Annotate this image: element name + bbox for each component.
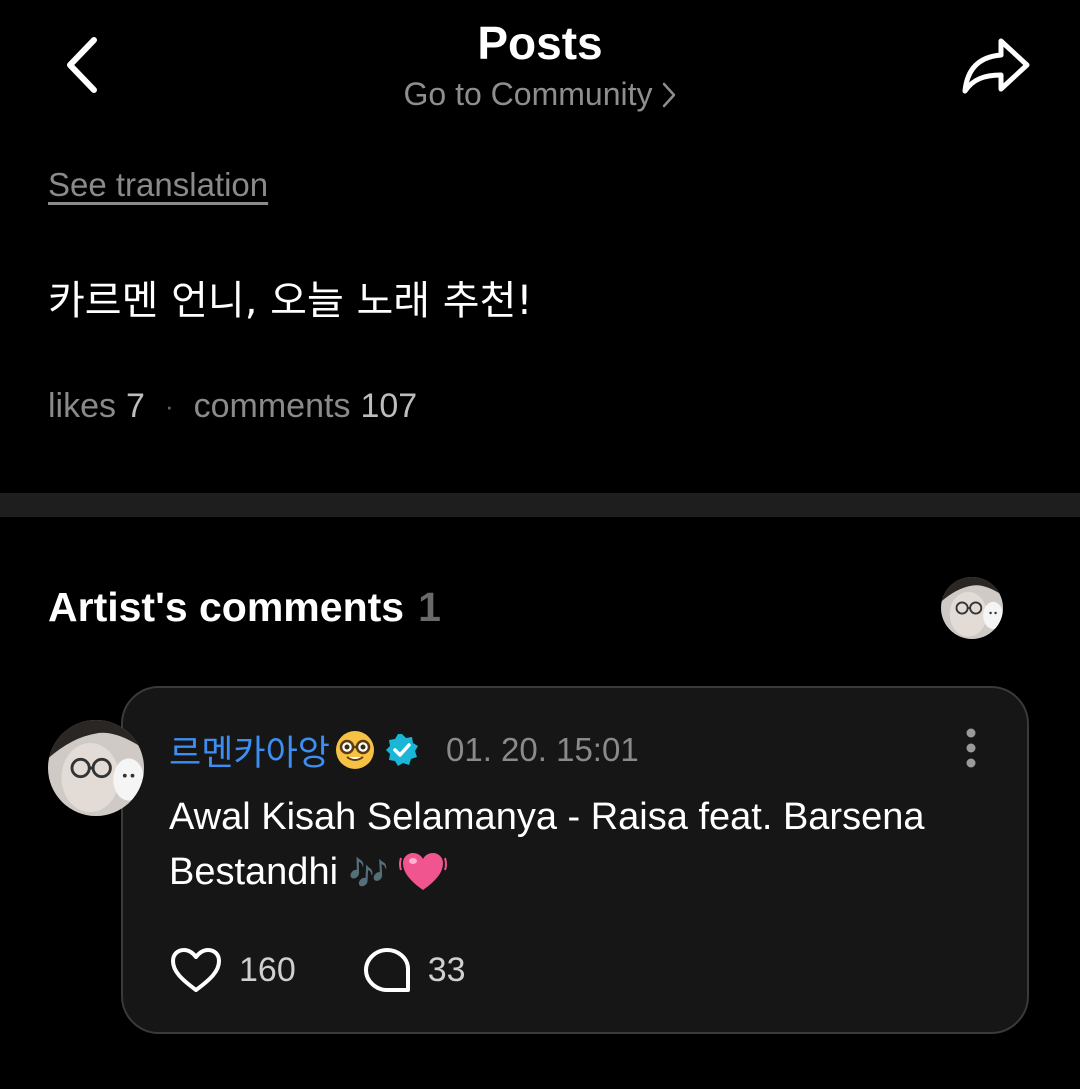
comment-author-name[interactable]: 르멘카아앙 xyxy=(169,725,330,776)
likes-count: 7 xyxy=(126,387,145,425)
separator-dot: · xyxy=(164,391,174,421)
like-button[interactable]: 160 xyxy=(169,946,296,994)
share-button[interactable] xyxy=(950,28,1042,104)
musical-notes-emoji: 🎶 xyxy=(348,855,389,891)
share-arrow-icon xyxy=(962,38,1030,94)
artist-comments-heading: Artist's comments 1 xyxy=(48,584,441,631)
comment-text: Awal Kisah Selamanya - Raisa feat. Barse… xyxy=(169,796,925,893)
more-vertical-icon xyxy=(966,728,976,768)
section-divider xyxy=(0,493,1080,517)
like-count: 160 xyxy=(239,950,296,989)
see-translation-link[interactable]: See translation xyxy=(48,166,268,204)
reply-button[interactable]: 33 xyxy=(362,946,466,994)
chevron-right-icon xyxy=(663,82,676,107)
post-stats: likes 7 · comments 107 xyxy=(48,387,417,426)
avatar-image xyxy=(48,720,144,816)
likes-label: likes xyxy=(48,387,117,425)
go-to-community-link[interactable]: Go to Community xyxy=(0,76,1080,113)
artist-comments-title: Artist's comments xyxy=(48,584,405,630)
beating-heart-emoji-icon xyxy=(398,853,447,890)
reply-count: 33 xyxy=(427,950,466,989)
comment-timestamp: 01. 20. 15:01 xyxy=(446,731,639,768)
post-content: 카르멘 언니, 오늘 노래 추천! xyxy=(48,278,533,324)
more-options-button[interactable] xyxy=(953,724,989,772)
comment-body: Awal Kisah Selamanya - Raisa feat. Barse… xyxy=(169,790,999,901)
community-link-label: Go to Community xyxy=(403,76,653,112)
artist-comment-card[interactable]: 르멘카아앙 01. 20. 15:01 Awal Kisah Selamanya… xyxy=(121,686,1029,1034)
avatar-image xyxy=(941,577,1003,639)
comments-count: 107 xyxy=(360,387,418,425)
comment-meta: 르멘카아앙 01. 20. 15:01 xyxy=(169,726,639,774)
page-title: Posts xyxy=(477,17,603,69)
verified-badge-icon xyxy=(384,732,420,768)
heart-outline-icon xyxy=(171,948,221,992)
artist-comments-count: 1 xyxy=(418,584,441,630)
artist-avatar[interactable] xyxy=(941,577,1003,639)
speech-bubble-icon xyxy=(363,948,410,992)
nerd-face-emoji-icon xyxy=(334,729,376,771)
comment-actions: 160 33 xyxy=(169,946,466,994)
top-header: Posts Go to Community xyxy=(0,0,1080,140)
comments-label: comments xyxy=(193,387,351,425)
comment-author-avatar[interactable] xyxy=(48,720,144,816)
